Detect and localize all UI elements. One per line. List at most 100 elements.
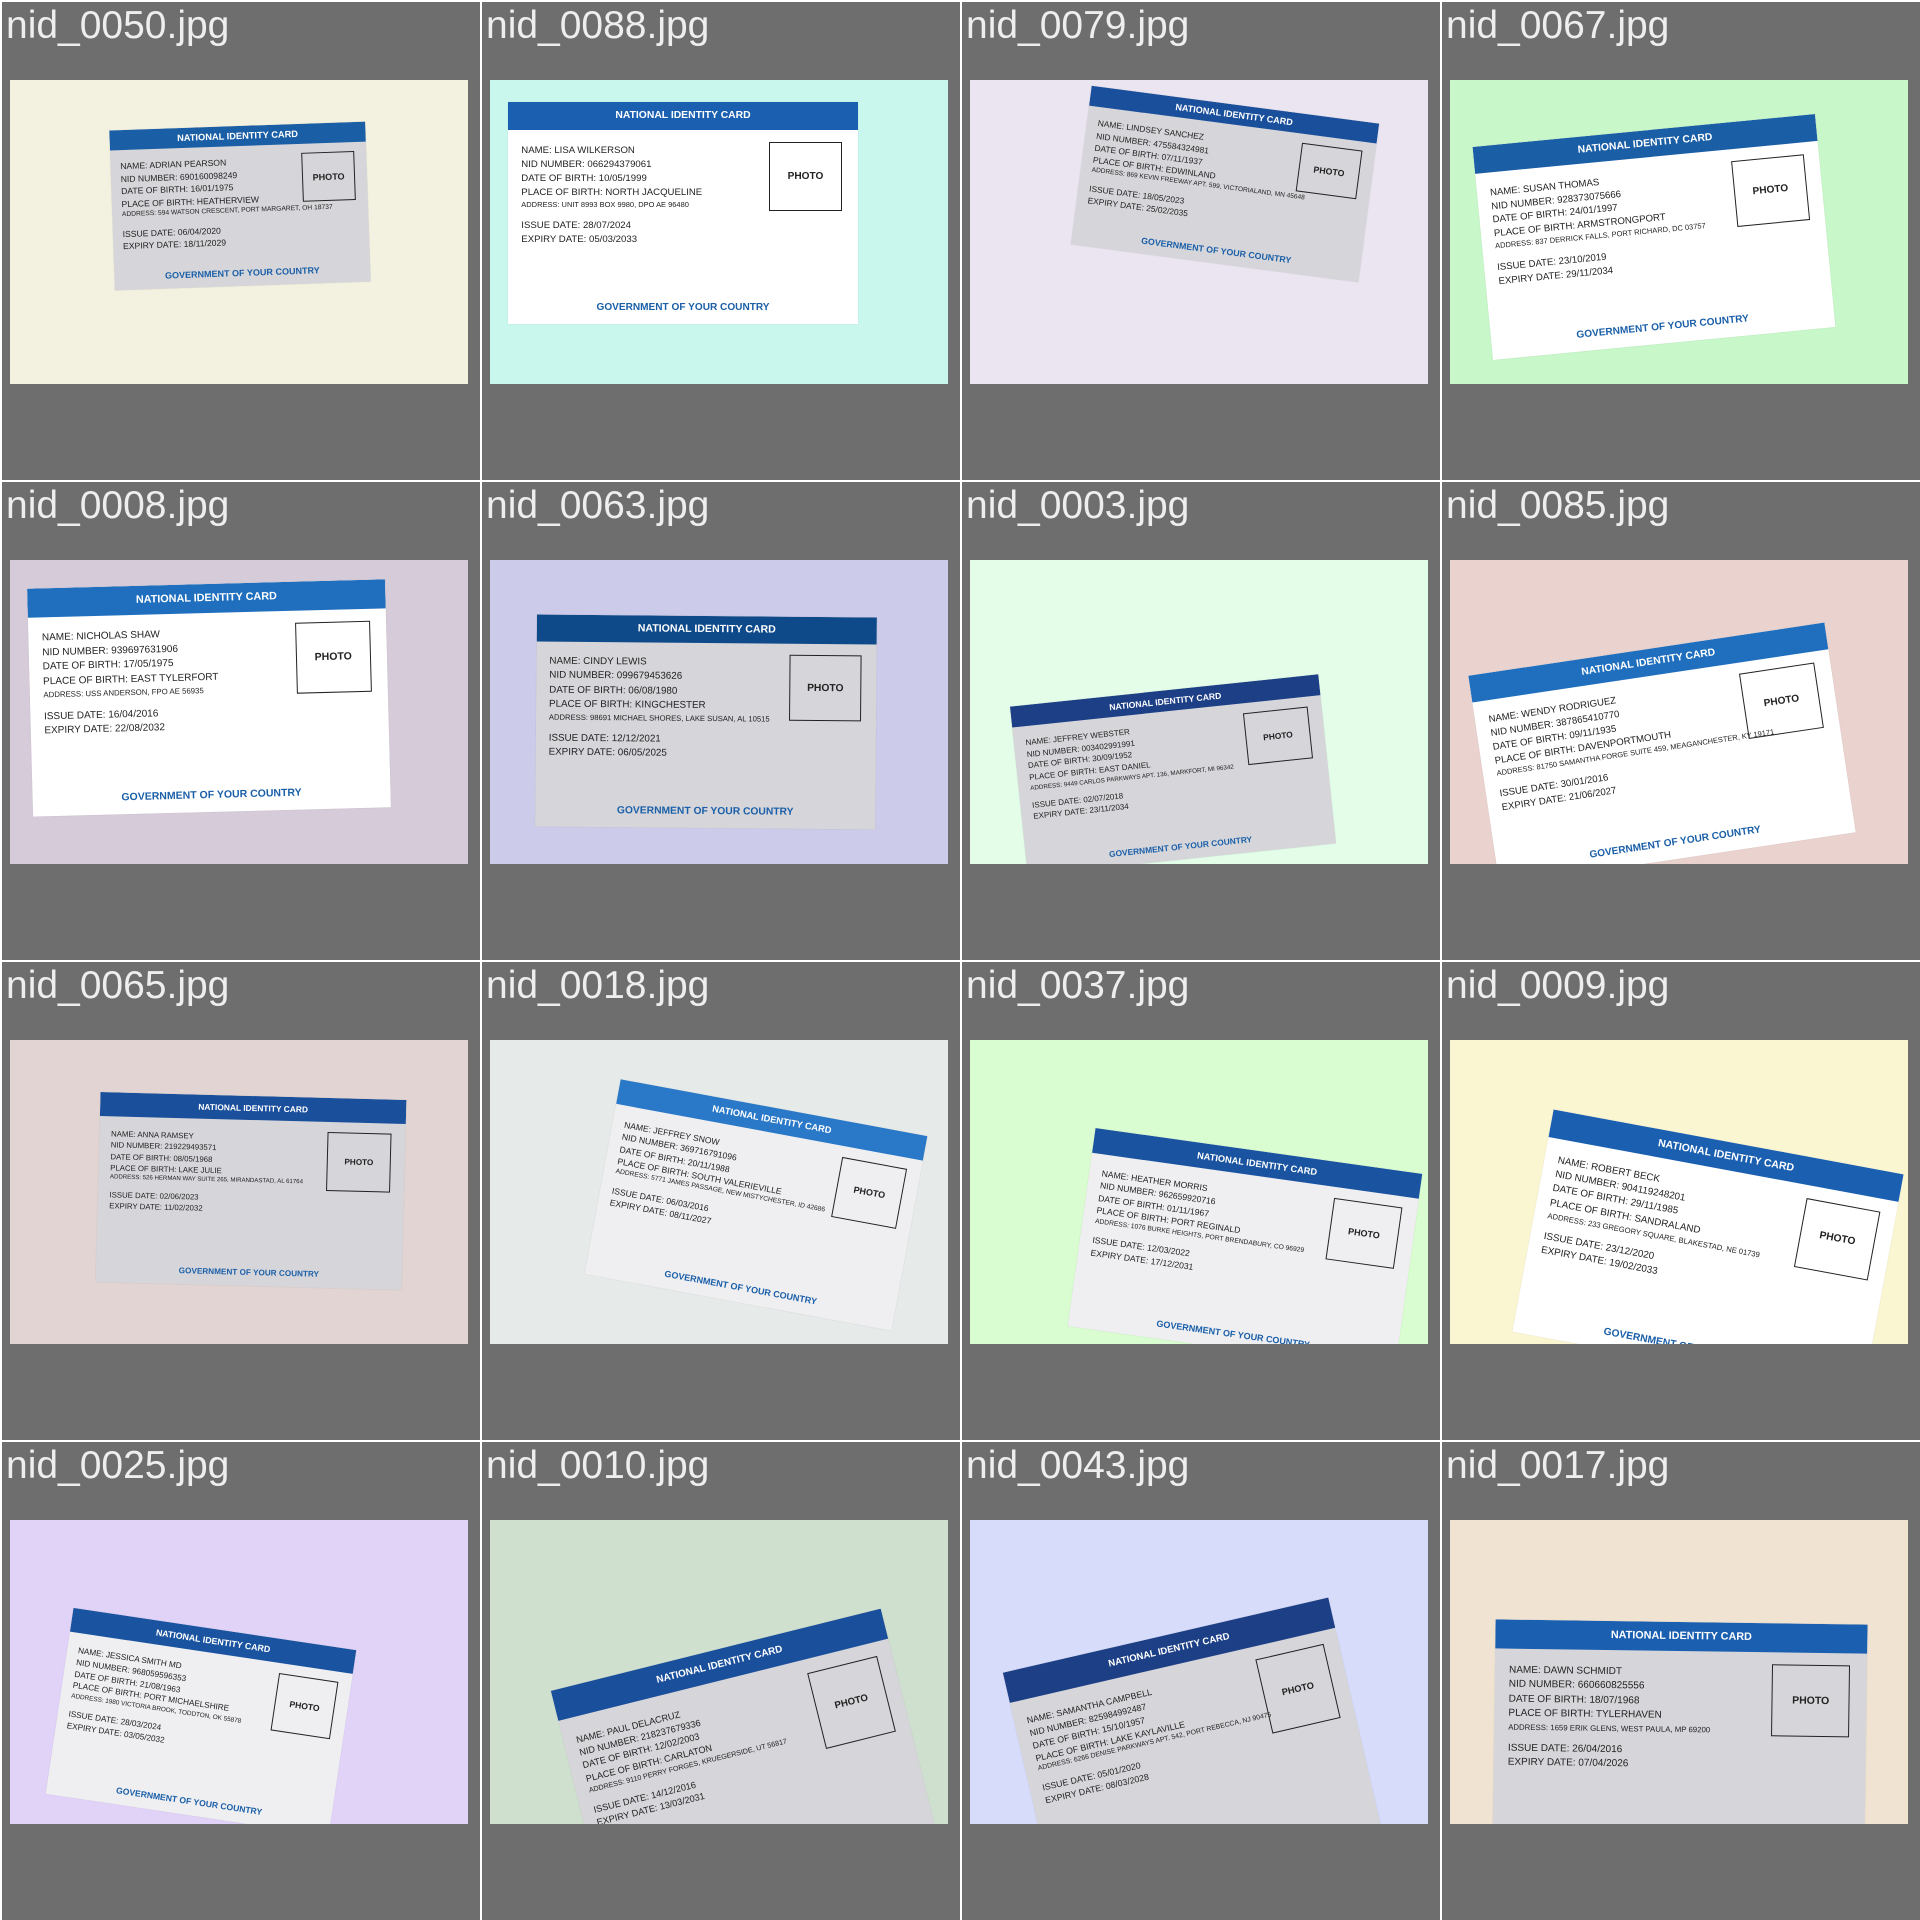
- card-fields: NAME: SUSAN THOMAS NID NUMBER: 9283730756…: [1489, 166, 1709, 289]
- card-photo-background: NATIONAL IDENTITY CARD NAME: JESSICA SMIT…: [10, 1520, 468, 1824]
- card-title: NATIONAL IDENTITY CARD: [109, 121, 366, 151]
- id-card: NATIONAL IDENTITY CARD NAME: JESSICA SMIT…: [45, 1607, 357, 1824]
- field-nid-number: NID NUMBER: 099679453626: [549, 670, 683, 683]
- field-nid-number: NID NUMBER: 066294379061: [521, 159, 652, 171]
- filename-label: nid_0008.jpg: [6, 484, 230, 527]
- card-fields: NAME: WENDY RODRIGUEZ NID NUMBER: 3878654…: [1488, 672, 1781, 815]
- card-footer-government: GOVERNMENT OF YOUR COUNTRY: [596, 301, 770, 313]
- photo-placeholder: PHOTO: [789, 654, 862, 722]
- grid-tile[interactable]: nid_0008.jpg NATIONAL IDENTITY CARD NAME: …: [2, 482, 480, 960]
- photo-placeholder: PHOTO: [294, 620, 372, 694]
- id-card: NATIONAL IDENTITY CARD NAME: ADRIAN PEARS…: [109, 121, 371, 291]
- filename-label: nid_0065.jpg: [6, 964, 230, 1007]
- card-footer-government: GOVERNMENT OF YOUR COUNTRY: [1155, 1318, 1311, 1344]
- card-footer-government: GOVERNMENT OF YOUR COUNTRY: [1108, 833, 1253, 859]
- filename-label: nid_0003.jpg: [966, 484, 1190, 527]
- grid-tile[interactable]: nid_0003.jpg NATIONAL IDENTITY CARD NAME: …: [962, 482, 1440, 960]
- card-photo-background: NATIONAL IDENTITY CARD NAME: JEFFREY WEBS…: [970, 560, 1428, 864]
- card-title: NATIONAL IDENTITY CARD: [99, 1092, 407, 1124]
- card-photo-background: NATIONAL IDENTITY CARD NAME: CINDY LEWIS N…: [490, 560, 948, 864]
- card-photo-background: NATIONAL IDENTITY CARD NAME: JEFFREY SNOW…: [490, 1040, 948, 1344]
- grid-tile[interactable]: nid_0025.jpg NATIONAL IDENTITY CARD NAME: …: [2, 1442, 480, 1920]
- filename-label: nid_0025.jpg: [6, 1444, 230, 1487]
- photo-placeholder: PHOTO: [1771, 1664, 1851, 1738]
- card-title: NATIONAL IDENTITY CARD: [536, 614, 877, 644]
- card-photo-background: NATIONAL IDENTITY CARD NAME: SUSAN THOMAS…: [1450, 80, 1908, 384]
- grid-tile[interactable]: nid_0010.jpg NATIONAL IDENTITY CARD NAME: …: [482, 1442, 960, 1920]
- field-address: ADDRESS: 98691 MICHAEL SHORES, LAKE SUSA…: [548, 712, 770, 724]
- grid-tile[interactable]: nid_0043.jpg NATIONAL IDENTITY CARD NAME: …: [962, 1442, 1440, 1920]
- id-card: NATIONAL IDENTITY CARD NAME: WENDY RODRIG…: [1468, 622, 1856, 864]
- id-card: NATIONAL IDENTITY CARD NAME: SAMANTHA CAM…: [1002, 1597, 1384, 1824]
- id-card: NATIONAL IDENTITY CARD NAME: JEFFREY WEBS…: [1009, 674, 1337, 864]
- photo-placeholder: PHOTO: [831, 1156, 908, 1229]
- card-fields: NAME: HEATHER MORRIS NID NUMBER: 96265992…: [1090, 1167, 1312, 1288]
- card-photo-background: NATIONAL IDENTITY CARD NAME: ADRIAN PEARS…: [10, 80, 468, 384]
- field-date-of-birth: DATE OF BIRTH: 10/05/1999: [521, 172, 647, 184]
- id-card: NATIONAL IDENTITY CARD NAME: JEFFREY SNOW…: [584, 1079, 928, 1331]
- filename-label: nid_0063.jpg: [486, 484, 710, 527]
- card-photo-background: NATIONAL IDENTITY CARD NAME: SAMANTHA CAM…: [970, 1520, 1428, 1824]
- grid-tile[interactable]: nid_0088.jpg NATIONAL IDENTITY CARD NAME: …: [482, 2, 960, 480]
- photo-placeholder: PHOTO: [1794, 1197, 1881, 1281]
- card-footer-government: GOVERNMENT OF YOUR COUNTRY: [663, 1268, 818, 1307]
- grid-tile[interactable]: nid_0009.jpg NATIONAL IDENTITY CARD NAME: …: [1442, 962, 1920, 1440]
- id-card: NATIONAL IDENTITY CARD NAME: ROBERT BECK N…: [1512, 1109, 1904, 1344]
- photo-placeholder: PHOTO: [1242, 706, 1314, 766]
- field-issue-date: ISSUE DATE: 28/07/2024: [521, 220, 631, 232]
- field-expiry-date: EXPIRY DATE: 06/05/2025: [548, 746, 667, 759]
- photo-placeholder: PHOTO: [1295, 142, 1363, 200]
- field-expiry-date: EXPIRY DATE: 07/04/2026: [1507, 1757, 1629, 1770]
- photo-placeholder: PHOTO: [300, 150, 357, 203]
- field-place-of-birth: PLACE OF BIRTH: NORTH JACQUELINE: [521, 186, 703, 198]
- photo-placeholder: PHOTO: [768, 141, 843, 211]
- filename-label: nid_0043.jpg: [966, 1444, 1190, 1487]
- grid-tile[interactable]: nid_0050.jpg NATIONAL IDENTITY CARD NAME: …: [2, 2, 480, 480]
- photo-placeholder: PHOTO: [807, 1655, 896, 1749]
- grid-tile[interactable]: nid_0063.jpg NATIONAL IDENTITY CARD NAME: …: [482, 482, 960, 960]
- field-address: ADDRESS: UNIT 8993 BOX 9980, DPO AE 9648…: [521, 199, 689, 209]
- card-footer-government: GOVERNMENT OF YOUR COUNTRY: [1514, 1310, 1866, 1344]
- filename-label: nid_0009.jpg: [1446, 964, 1670, 1007]
- id-card: NATIONAL IDENTITY CARD NAME: SUSAN THOMAS…: [1472, 114, 1836, 360]
- card-footer-government: GOVERNMENT OF YOUR COUNTRY: [121, 786, 302, 803]
- card-footer-government: GOVERNMENT OF YOUR COUNTRY: [1576, 313, 1750, 342]
- filename-label: nid_0067.jpg: [1446, 4, 1670, 47]
- card-fields: NAME: ANNA RAMSEY NID NUMBER: 21922949357…: [109, 1128, 304, 1217]
- grid-tile[interactable]: nid_0037.jpg NATIONAL IDENTITY CARD NAME: …: [962, 962, 1440, 1440]
- grid-tile[interactable]: nid_0079.jpg NATIONAL IDENTITY CARD NAME: …: [962, 2, 1440, 480]
- filename-label: nid_0010.jpg: [486, 1444, 710, 1487]
- card-title: NATIONAL IDENTITY CARD: [1495, 1619, 1868, 1654]
- id-card: NATIONAL IDENTITY CARD NAME: ANNA RAMSEY N…: [95, 1092, 407, 1290]
- card-photo-background: NATIONAL IDENTITY CARD NAME: LINDSEY SANC…: [970, 80, 1428, 384]
- grid-tile[interactable]: nid_0065.jpg NATIONAL IDENTITY CARD NAME: …: [2, 962, 480, 1440]
- card-photo-background: NATIONAL IDENTITY CARD NAME: ANNA RAMSEY N…: [10, 1040, 468, 1344]
- grid-tile[interactable]: nid_0067.jpg NATIONAL IDENTITY CARD NAME: …: [1442, 2, 1920, 480]
- filename-label: nid_0079.jpg: [966, 4, 1190, 47]
- filename-label: nid_0018.jpg: [486, 964, 710, 1007]
- id-card: NATIONAL IDENTITY CARD NAME: HEATHER MORR…: [1067, 1128, 1423, 1344]
- photo-placeholder: PHOTO: [325, 1132, 392, 1193]
- card-footer-government: GOVERNMENT OF YOUR COUNTRY: [1588, 824, 1762, 862]
- card-footer-government: GOVERNMENT OF YOUR COUNTRY: [164, 265, 320, 281]
- id-card: NATIONAL IDENTITY CARD NAME: LINDSEY SANC…: [1070, 85, 1380, 283]
- photo-placeholder: PHOTO: [1739, 662, 1824, 739]
- card-photo-background: NATIONAL IDENTITY CARD NAME: HEATHER MORR…: [970, 1040, 1428, 1344]
- card-photo-background: NATIONAL IDENTITY CARD NAME: WENDY RODRIG…: [1450, 560, 1908, 864]
- id-card: NATIONAL IDENTITY CARD NAME: CINDY LEWIS N…: [535, 614, 877, 830]
- card-fields: NAME: NICHOLAS SHAW NID NUMBER: 939697631…: [42, 627, 220, 739]
- filename-label: nid_0088.jpg: [486, 4, 710, 47]
- grid-tile[interactable]: nid_0017.jpg NATIONAL IDENTITY CARD NAME: …: [1442, 1442, 1920, 1920]
- image-grid: nid_0050.jpg NATIONAL IDENTITY CARD NAME: …: [0, 0, 1920, 1920]
- grid-tile[interactable]: nid_0018.jpg NATIONAL IDENTITY CARD NAME: …: [482, 962, 960, 1440]
- card-fields: NAME: DAWN SCHMIDT NID NUMBER: 6606608255…: [1508, 1663, 1711, 1773]
- grid-tile[interactable]: nid_0085.jpg NATIONAL IDENTITY CARD NAME: …: [1442, 482, 1920, 960]
- card-fields: NAME: LISA WILKERSON NID NUMBER: 06629437…: [521, 144, 702, 247]
- id-card: NATIONAL IDENTITY CARD NAME: LISA WILKERS…: [508, 102, 858, 324]
- card-fields: NAME: JEFFREY WEBSTER NID NUMBER: 0034029…: [1025, 716, 1237, 823]
- card-fields: NAME: ROBERT BECK NID NUMBER: 90411924820…: [1540, 1154, 1771, 1297]
- id-card: NATIONAL IDENTITY CARD NAME: PAUL DELACRU…: [550, 1608, 942, 1824]
- card-footer-government: GOVERNMENT OF YOUR COUNTRY: [1053, 1814, 1381, 1824]
- photo-placeholder: PHOTO: [1325, 1197, 1403, 1269]
- card-photo-background: NATIONAL IDENTITY CARD NAME: NICHOLAS SHA…: [10, 560, 468, 864]
